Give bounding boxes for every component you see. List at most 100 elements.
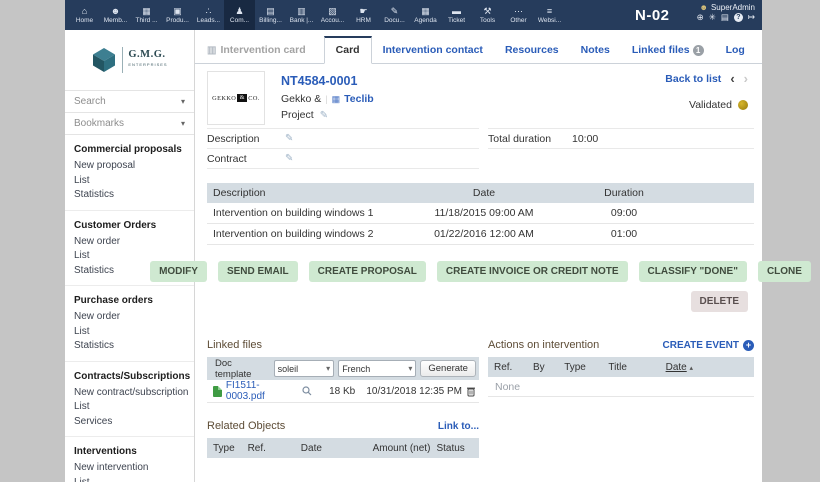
sidebar-item-new-purchase-order[interactable]: New order — [74, 310, 190, 325]
menu-ticket[interactable]: ▬Ticket — [441, 0, 472, 30]
bank-icon: ▥ — [297, 6, 306, 16]
logout-icon[interactable]: ↦ — [748, 13, 755, 22]
edit-description-icon[interactable]: ✎ — [285, 133, 293, 144]
lines-header-description: Description — [207, 187, 389, 199]
sidebar-title-contracts[interactable]: Contracts/Subscriptions — [74, 371, 190, 382]
menu-hrm[interactable]: ☛HRM — [348, 0, 379, 30]
menu-commercial[interactable]: ♟Com... — [224, 0, 255, 30]
sidebar-title-interventions[interactable]: Interventions — [74, 446, 190, 457]
menu-thirdparties[interactable]: ▦Third ... — [131, 0, 162, 30]
modify-button[interactable]: MODIFY — [150, 261, 207, 282]
sidebar-item-services[interactable]: Services — [74, 415, 190, 430]
menu-documents[interactable]: ✎Docu... — [379, 0, 410, 30]
trash-icon[interactable] — [466, 386, 476, 397]
menu-billing[interactable]: ▤Billing... — [255, 0, 286, 30]
sidebar-item-purchase-order-list[interactable]: List — [74, 325, 190, 340]
thirdparty-link[interactable]: Teclib — [344, 93, 374, 105]
bug-icon[interactable]: ✳ — [709, 13, 716, 22]
menu-home[interactable]: ⌂Home — [69, 0, 100, 30]
sidebar-item-intervention-list[interactable]: List — [74, 476, 190, 482]
sidebar-section-contracts: Contracts/Subscriptions New contract/sub… — [65, 362, 194, 438]
linked-files-header: Linked files — [207, 339, 479, 351]
sidebar-item-purchase-order-statistics[interactable]: Statistics — [74, 339, 190, 354]
menu-members-label: Memb... — [104, 17, 127, 24]
language-select[interactable]: French ▾ — [338, 360, 416, 377]
sidebar-title-commercial-proposals[interactable]: Commercial proposals — [74, 144, 190, 155]
tab-linked-files[interactable]: Linked files1 — [621, 38, 715, 63]
clone-button[interactable]: CLONE — [758, 261, 811, 282]
sidebar-item-new-contract[interactable]: New contract/subscription — [74, 386, 190, 401]
line-description: Intervention on building windows 1 — [207, 207, 389, 219]
tab-log[interactable]: Log — [715, 38, 756, 63]
menu-products[interactable]: ▣Produ... — [162, 0, 193, 30]
sidebar-bookmarks-toggle[interactable]: Bookmarks ▾ — [65, 113, 194, 135]
menu-websites[interactable]: ≡Websi... — [534, 0, 565, 30]
events-header-type: Type — [564, 362, 608, 373]
menu-tools[interactable]: ⚒Tools — [472, 0, 503, 30]
home-icon: ⌂ — [82, 6, 87, 16]
globe-icon[interactable]: ⊕ — [697, 13, 704, 22]
menu-other[interactable]: ⋯Other — [503, 0, 534, 30]
main-area: ▥ Intervention card Card Intervention co… — [195, 30, 762, 482]
sidebar-item-new-order[interactable]: New order — [74, 235, 190, 250]
next-record-icon[interactable]: › — [744, 74, 748, 84]
tab-linked-files-label: Linked files — [632, 44, 690, 56]
documents-icon: ✎ — [391, 6, 399, 16]
tab-notes[interactable]: Notes — [570, 38, 621, 63]
tab-resources[interactable]: Resources — [494, 38, 570, 63]
sidebar-item-contract-list[interactable]: List — [74, 400, 190, 415]
table-row: Intervention on building windows 1 11/18… — [207, 203, 754, 224]
sidebar-item-proposal-statistics[interactable]: Statistics — [74, 188, 190, 203]
create-proposal-button[interactable]: CREATE PROPOSAL — [309, 261, 426, 282]
menu-billing-label: Billing... — [259, 17, 282, 24]
menu-accountancy-label: Accou... — [321, 17, 344, 24]
menu-members[interactable]: ☻Memb... — [100, 0, 131, 30]
line-duration: 01:00 — [579, 228, 669, 240]
lower-right-column: Actions on intervention CREATE EVENT + R… — [488, 339, 754, 458]
events-header-date-sort[interactable]: Date ▴ — [666, 362, 754, 373]
generate-button[interactable]: Generate — [420, 360, 476, 377]
menu-tools-label: Tools — [480, 17, 495, 24]
chevron-down-icon: ▾ — [408, 364, 412, 373]
sidebar-title-customer-orders[interactable]: Customer Orders — [74, 220, 190, 231]
preview-icon[interactable] — [302, 386, 312, 396]
file-date: 10/31/2018 12:35 PM — [359, 386, 462, 397]
print-icon[interactable]: ▤ — [721, 13, 729, 22]
menu-commercial-label: Com... — [230, 17, 249, 24]
right-fields: Total duration 10:00 — [488, 125, 754, 169]
logo-word-2: CO. — [248, 95, 260, 102]
sidebar-item-new-intervention[interactable]: New intervention — [74, 461, 190, 476]
lines-header-date: Date — [389, 187, 579, 199]
previous-record-icon[interactable]: ‹ — [730, 74, 734, 84]
edit-contract-icon[interactable]: ✎ — [285, 153, 293, 164]
project-line: Project ✎ — [281, 109, 374, 121]
sidebar-item-new-proposal[interactable]: New proposal — [74, 159, 190, 174]
classify-done-button[interactable]: CLASSIFY "DONE" — [639, 261, 747, 282]
linked-file-link[interactable]: FI1511-0003.pdf — [226, 380, 298, 402]
user-menu[interactable]: ☻ SuperAdmin — [700, 3, 755, 12]
sidebar-item-proposal-list[interactable]: List — [74, 174, 190, 189]
create-event-label: CREATE EVENT — [663, 340, 740, 351]
menu-leads[interactable]: ∴Leads... — [193, 0, 224, 30]
menu-bank[interactable]: ▥Bank |... — [286, 0, 317, 30]
tab-intervention-contact[interactable]: Intervention contact — [372, 38, 494, 63]
create-event-link[interactable]: CREATE EVENT + — [663, 340, 755, 351]
total-duration-label: Total duration — [488, 133, 566, 145]
send-email-button[interactable]: SEND EMAIL — [218, 261, 298, 282]
edit-project-icon[interactable]: ✎ — [320, 110, 328, 121]
link-to-link[interactable]: Link to... — [438, 421, 479, 432]
sidebar-search-toggle[interactable]: Search ▾ — [65, 90, 194, 113]
delete-button[interactable]: DELETE — [691, 291, 748, 312]
tab-card[interactable]: Card — [324, 36, 372, 64]
sidebar-title-purchase-orders[interactable]: Purchase orders — [74, 295, 190, 306]
template-select[interactable]: soleil ▾ — [274, 360, 335, 377]
menu-agenda[interactable]: ▦Agenda — [410, 0, 441, 30]
linked-files-count-badge: 1 — [693, 45, 704, 56]
back-to-list-link[interactable]: Back to list — [665, 73, 721, 85]
help-icon[interactable]: ? — [734, 13, 743, 22]
logo-text: G.M.G. ENTERPRISES — [128, 50, 167, 70]
create-invoice-button[interactable]: CREATE INVOICE OR CREDIT NOTE — [437, 261, 628, 282]
related-header-amount: Amount (net) — [373, 443, 437, 454]
menu-hrm-label: HRM — [356, 17, 371, 24]
menu-accountancy[interactable]: ▧Accou... — [317, 0, 348, 30]
